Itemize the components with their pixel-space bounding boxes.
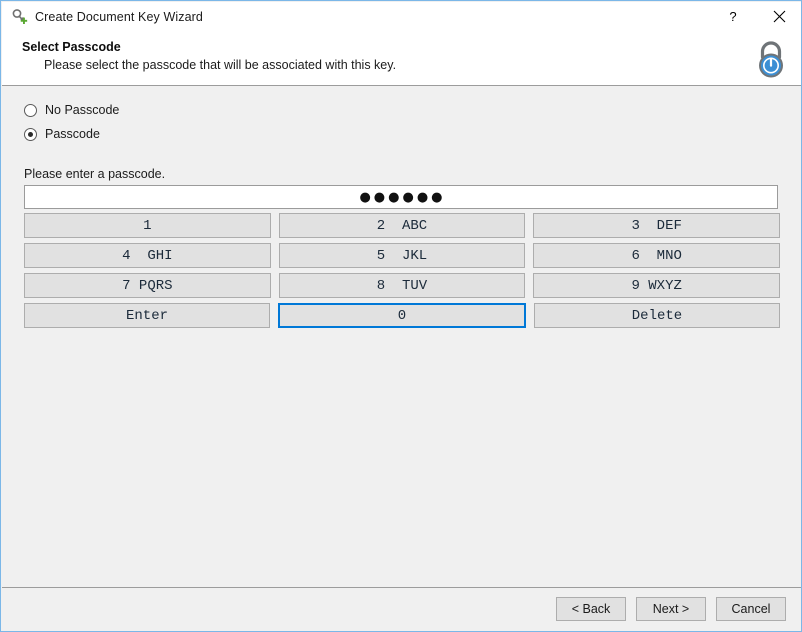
cancel-button[interactable]: Cancel — [716, 597, 786, 621]
create-document-key-wizard-window: Create Document Key Wizard ? Select Pass… — [0, 0, 802, 632]
close-button[interactable] — [756, 2, 801, 31]
page-subtitle: Please select the passcode that will be … — [44, 58, 397, 72]
window-title: Create Document Key Wizard — [35, 9, 203, 24]
title-bar: Create Document Key Wizard ? — [2, 2, 801, 31]
keypad-row-1: 1 2 ABC 3 DEF — [24, 213, 781, 238]
footer-button-group: < Back Next > Cancel — [556, 597, 786, 621]
key-8[interactable]: 8 TUV — [278, 273, 526, 298]
key-add-icon — [11, 8, 29, 26]
keypad-row-4: Enter 0 Delete — [24, 303, 780, 328]
close-icon — [773, 10, 785, 23]
keypad-row-3: 7 PQRS 8 TUV 9 WXYZ — [24, 273, 781, 298]
key-5[interactable]: 5 JKL — [278, 243, 526, 268]
key-0[interactable]: 0 — [278, 303, 526, 328]
passcode-masked-value: ●●●●●● — [359, 189, 446, 205]
radio-option-no-passcode[interactable]: No Passcode — [24, 101, 119, 119]
wizard-footer: < Back Next > Cancel — [2, 587, 801, 631]
key-3[interactable]: 3 DEF — [533, 213, 781, 238]
help-button[interactable]: ? — [710, 2, 756, 31]
key-6[interactable]: 6 MNO — [533, 243, 781, 268]
radio-option-passcode[interactable]: Passcode — [24, 125, 100, 143]
passcode-keypad: 1 2 ABC 3 DEF 4 GHI 5 JKL 6 MNO 7 PQRS 8… — [24, 213, 781, 333]
keypad-row-2: 4 GHI 5 JKL 6 MNO — [24, 243, 781, 268]
next-button[interactable]: Next > — [636, 597, 706, 621]
key-enter[interactable]: Enter — [24, 303, 270, 328]
key-delete[interactable]: Delete — [534, 303, 780, 328]
padlock-icon — [750, 37, 792, 81]
back-button[interactable]: < Back — [556, 597, 626, 621]
passcode-input[interactable]: ●●●●●● — [24, 185, 778, 209]
passcode-field-label: Please enter a passcode. — [24, 167, 166, 181]
key-4[interactable]: 4 GHI — [24, 243, 271, 268]
key-9[interactable]: 9 WXYZ — [533, 273, 781, 298]
key-7[interactable]: 7 PQRS — [24, 273, 271, 298]
wizard-header: Select Passcode Please select the passco… — [2, 31, 801, 86]
key-2[interactable]: 2 ABC — [278, 213, 526, 238]
radio-no-passcode-label: No Passcode — [45, 103, 120, 117]
wizard-body: No Passcode Passcode Please enter a pass… — [2, 87, 801, 587]
radio-passcode-label: Passcode — [45, 127, 100, 141]
radio-passcode-indicator[interactable] — [24, 127, 37, 141]
radio-no-passcode-indicator[interactable] — [24, 103, 37, 117]
page-title: Select Passcode — [22, 40, 121, 54]
key-1[interactable]: 1 — [24, 213, 271, 238]
